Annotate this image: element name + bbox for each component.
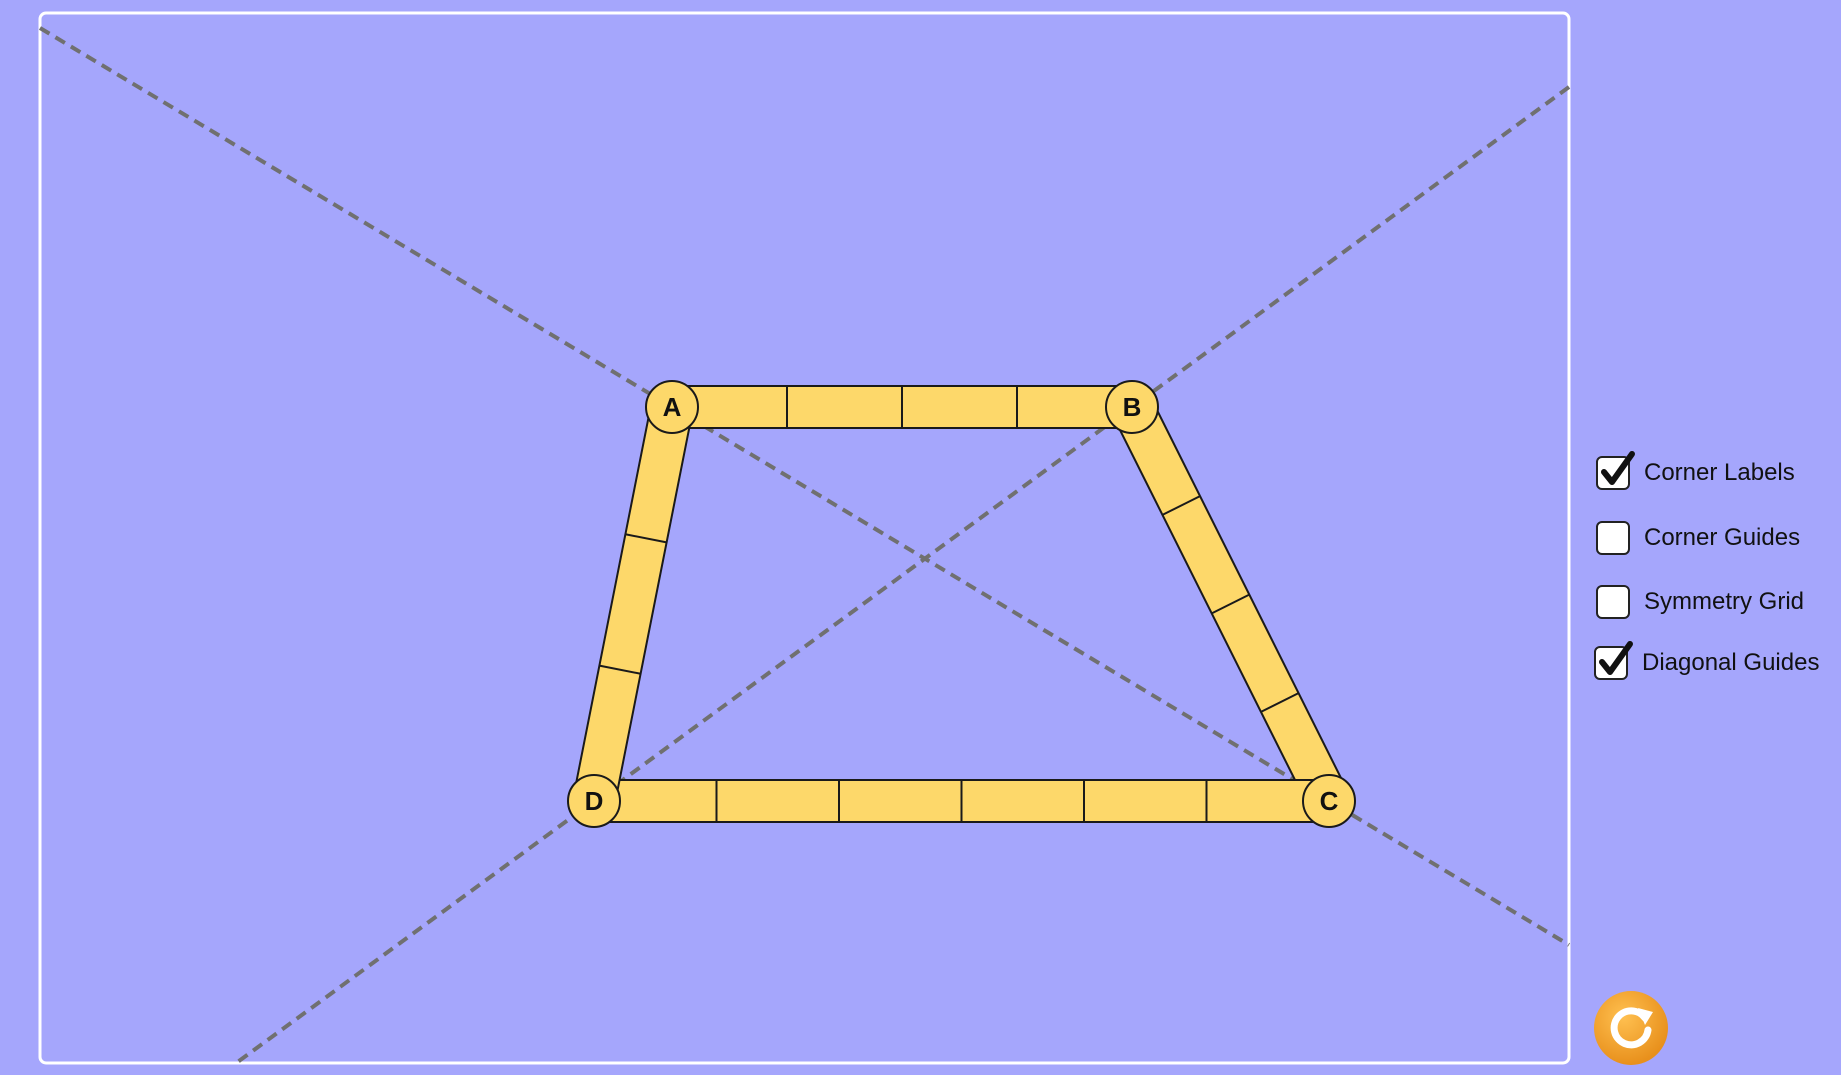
diagonal-guides-option[interactable]: Diagonal Guides xyxy=(1594,641,1820,680)
symmetry-grid-label: Symmetry Grid xyxy=(1644,588,1805,615)
corner-b[interactable]: B xyxy=(1105,380,1159,434)
shape-sides xyxy=(572,385,1350,823)
diagonal-guide-bd xyxy=(235,85,1571,1065)
corner-label: C xyxy=(1320,786,1339,816)
corner-label: B xyxy=(1123,392,1142,422)
corner-labels-option[interactable]: Corner Labels xyxy=(1596,451,1795,490)
play-area[interactable]: A B C D xyxy=(0,0,1841,1075)
corner-labels-checkbox[interactable] xyxy=(1596,451,1635,490)
side-cd[interactable] xyxy=(593,779,1330,823)
play-area-frame xyxy=(38,11,1571,1065)
reset-icon xyxy=(1594,991,1668,1065)
corner-label: A xyxy=(663,392,682,422)
diagonal-guides-checkbox[interactable] xyxy=(1594,641,1633,680)
corner-a[interactable]: A xyxy=(645,380,699,434)
diagonal-guides-label: Diagonal Guides xyxy=(1642,649,1820,676)
diagonal-guides xyxy=(38,26,1571,1065)
symmetry-grid-checkbox[interactable] xyxy=(1596,585,1630,619)
checkmark-icon xyxy=(1599,641,1633,675)
reset-button[interactable] xyxy=(1593,990,1669,1066)
corner-d[interactable]: D xyxy=(567,774,621,828)
checkmark-icon xyxy=(1601,451,1635,485)
corner-guides-option[interactable]: Corner Guides xyxy=(1596,521,1800,555)
side-bc[interactable] xyxy=(1111,396,1350,812)
corner-guides-checkbox[interactable] xyxy=(1596,521,1630,555)
corner-labels-label: Corner Labels xyxy=(1644,459,1795,486)
side-ab[interactable] xyxy=(671,385,1133,429)
corner-c[interactable]: C xyxy=(1302,774,1356,828)
corner-guides-label: Corner Guides xyxy=(1644,524,1801,551)
side-bar xyxy=(572,401,694,807)
symmetry-grid-option[interactable]: Symmetry Grid xyxy=(1596,585,1804,619)
side-da[interactable] xyxy=(572,401,694,807)
corner-label: D xyxy=(585,786,604,816)
quadrilateral-workspace: A B C D Corner Labels Corner Guides Symmetr… xyxy=(0,0,1841,1075)
